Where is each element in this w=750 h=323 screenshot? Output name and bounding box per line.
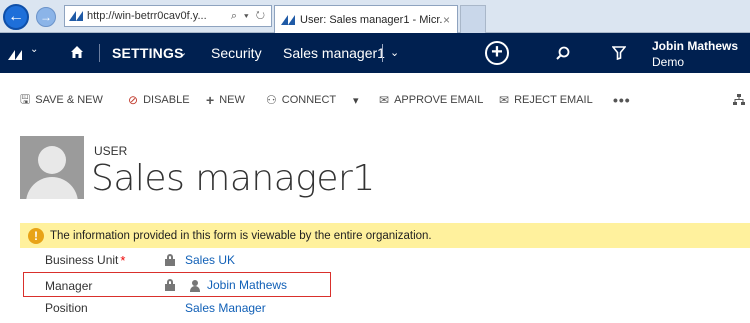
business-unit-link[interactable]: Sales UK xyxy=(185,253,235,267)
connect-icon: ⚇ xyxy=(266,93,277,107)
tab-favicon-icon xyxy=(281,14,295,25)
forward-button[interactable]: → xyxy=(36,7,56,27)
connect-label: CONNECT xyxy=(281,94,337,106)
browser-tab-active[interactable]: User: Sales manager1 - Micr... × xyxy=(274,5,458,33)
nav-divider xyxy=(382,44,383,62)
back-button[interactable]: ← xyxy=(3,4,29,30)
connect-button[interactable]: ⚇ CONNECT xyxy=(266,90,336,110)
create-new-icon[interactable]: + xyxy=(485,41,509,65)
required-indicator: * xyxy=(120,253,126,268)
manager-link[interactable]: Jobin Mathews xyxy=(207,278,287,292)
reject-email-label: REJECT EMAIL xyxy=(514,94,593,106)
browser-toolbar: ← → http://win-betrr0cav0f.y... ⌕ ▾ ↻ Us… xyxy=(0,0,750,33)
person-icon xyxy=(189,280,201,292)
crm-nav-bar: ⌄ SETTINGS ⌄ Security Sales manager1 ⌄ +… xyxy=(0,33,750,73)
save-icon: 🖫 xyxy=(20,91,31,106)
record-chevron-icon[interactable]: ⌄ xyxy=(390,46,399,59)
chevron-down-icon: ⌄ xyxy=(30,44,39,55)
nav-divider xyxy=(99,44,100,62)
site-favicon-icon xyxy=(69,11,83,21)
record-breadcrumb[interactable]: Sales manager1 xyxy=(283,45,385,61)
position-label: Position xyxy=(45,301,88,315)
chevron-down-icon: ▾ xyxy=(353,94,359,107)
new-button[interactable]: + NEW xyxy=(206,90,245,110)
manager-label: Manager xyxy=(45,279,93,293)
dynamics-logo-icon xyxy=(8,50,22,60)
notification-text: The information provided in this form is… xyxy=(50,229,432,242)
url-text: http://win-betrr0cav0f.y... xyxy=(87,10,207,22)
settings-chevron-icon[interactable]: ⌄ xyxy=(178,46,187,59)
command-bar: 🖫 SAVE & NEW ⊘ DISABLE + NEW ⚇ CONNECT ▾… xyxy=(0,90,750,110)
new-label: NEW xyxy=(219,94,245,106)
connect-dropdown[interactable]: ▾ xyxy=(353,90,359,110)
plus-icon: + xyxy=(206,92,215,108)
reject-email-icon: ✉ xyxy=(499,93,510,107)
save-and-new-button[interactable]: 🖫 SAVE & NEW xyxy=(20,90,103,110)
dynamics-logo-menu[interactable]: ⌄ xyxy=(8,44,38,63)
approve-email-button[interactable]: ✉ APPROVE EMAIL xyxy=(379,90,483,110)
lock-icon xyxy=(165,279,175,291)
save-and-new-label: SAVE & NEW xyxy=(35,94,103,106)
search-icon[interactable] xyxy=(556,46,570,60)
org-chart-icon[interactable] xyxy=(733,90,745,110)
tab-title: User: Sales manager1 - Micr... xyxy=(300,13,443,26)
entity-type-label: USER xyxy=(94,144,128,158)
advanced-find-icon[interactable] xyxy=(612,46,626,60)
business-unit-label: Business Unit * xyxy=(45,253,126,268)
back-arrow-icon: ← xyxy=(8,8,24,25)
close-tab-icon[interactable]: × xyxy=(443,13,457,27)
lock-icon xyxy=(165,254,175,266)
warning-icon: ! xyxy=(28,227,44,244)
position-link[interactable]: Sales Manager xyxy=(185,301,266,315)
hierarchy-icon xyxy=(733,94,745,105)
page-title: Sales manager1 xyxy=(91,158,375,199)
more-commands-button[interactable]: ••• xyxy=(613,90,631,110)
security-breadcrumb[interactable]: Security xyxy=(211,45,262,61)
approve-email-label: APPROVE EMAIL xyxy=(394,94,484,106)
avatar[interactable] xyxy=(20,136,84,199)
forward-arrow-icon: → xyxy=(40,10,52,24)
disable-label: DISABLE xyxy=(143,94,190,106)
user-organization: Demo xyxy=(652,55,685,69)
disable-button[interactable]: ⊘ DISABLE xyxy=(128,90,190,110)
new-tab-button[interactable] xyxy=(460,5,486,33)
home-icon[interactable] xyxy=(70,45,84,59)
address-bar[interactable]: http://win-betrr0cav0f.y... ⌕ ▾ ↻ xyxy=(64,5,272,27)
reject-email-button[interactable]: ✉ REJECT EMAIL xyxy=(499,90,593,110)
user-name[interactable]: Jobin Mathews xyxy=(652,39,738,53)
form-notification: ! The information provided in this form … xyxy=(20,223,750,248)
settings-menu[interactable]: SETTINGS xyxy=(112,45,184,61)
address-actions-icon[interactable]: ⌕ ▾ ↻ xyxy=(231,10,271,23)
disable-icon: ⊘ xyxy=(128,93,139,107)
approve-email-icon: ✉ xyxy=(379,93,390,107)
